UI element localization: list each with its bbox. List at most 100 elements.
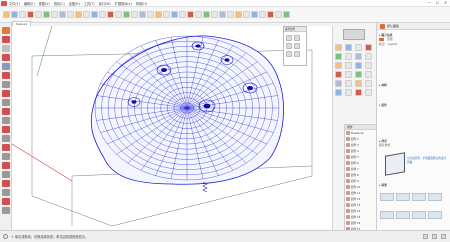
pan-tool-icon[interactable]: [115, 11, 122, 18]
push-pull-icon[interactable]: [2, 90, 10, 97]
solid-tools-icon[interactable]: [267, 11, 274, 18]
axes-icon[interactable]: [2, 153, 10, 160]
extension-icon[interactable]: [335, 44, 342, 51]
style-thumbnail[interactable]: [380, 211, 394, 219]
extension-icon[interactable]: [345, 71, 352, 78]
extension-icon[interactable]: [355, 89, 362, 96]
zoom-tool-icon[interactable]: [123, 11, 130, 18]
orbit-tool-icon[interactable]: [107, 11, 114, 18]
shaded-icon[interactable]: [155, 11, 162, 18]
extension-icon[interactable]: [355, 62, 362, 69]
sandbox-icon[interactable]: [251, 11, 258, 18]
geo-location-icon[interactable]: [423, 234, 428, 239]
right-view-icon[interactable]: [195, 11, 202, 18]
pencil-icon[interactable]: [2, 36, 10, 43]
arc-tool-icon[interactable]: [27, 11, 34, 18]
material-swatch[interactable]: [379, 38, 384, 41]
extension-icon[interactable]: [335, 62, 342, 69]
extension-icon[interactable]: [365, 80, 372, 87]
menu-view[interactable]: 视图(V): [39, 1, 50, 6]
style-thumbnail[interactable]: [428, 211, 442, 219]
menu-window[interactable]: 窗口(W): [99, 1, 111, 6]
extension-icon[interactable]: [345, 89, 352, 96]
model-thumbnail[interactable]: [343, 29, 365, 40]
extension-icon[interactable]: [345, 80, 352, 87]
tape-tool-icon[interactable]: [83, 11, 90, 18]
zoom-extents-icon[interactable]: [131, 11, 138, 18]
menu-draw[interactable]: 绘图(R): [69, 1, 80, 6]
extension-icon[interactable]: [355, 44, 362, 51]
paint-tool-icon[interactable]: [99, 11, 106, 18]
textured-icon[interactable]: [163, 11, 170, 18]
intersect-icon[interactable]: [283, 11, 290, 18]
eraser-icon[interactable]: [2, 45, 10, 52]
style-thumbnail[interactable]: [412, 193, 426, 201]
extension-icon[interactable]: [345, 44, 352, 51]
maximize-button[interactable]: ☐: [435, 1, 440, 5]
popup-tool-icon[interactable]: [294, 35, 300, 41]
extension-icon[interactable]: [365, 53, 372, 60]
popup-tool-icon[interactable]: [286, 35, 292, 41]
rectangle-icon[interactable]: [2, 63, 10, 70]
zoom-icon[interactable]: [2, 207, 10, 214]
follow-me-icon[interactable]: [259, 11, 266, 18]
popup-tool-icon[interactable]: [286, 43, 292, 49]
extension-icon[interactable]: [335, 89, 342, 96]
eraser-tool-icon[interactable]: [11, 11, 18, 18]
select-tool-icon[interactable]: [3, 11, 10, 18]
extension-icon[interactable]: [235, 11, 242, 18]
menu-edit[interactable]: 编辑(E): [24, 1, 35, 6]
extension-icon[interactable]: [335, 71, 342, 78]
popup-tool-icon[interactable]: [294, 51, 300, 57]
materials-title[interactable]: ▸ 材料: [379, 83, 449, 87]
credits-icon[interactable]: [432, 234, 437, 239]
push-pull-tool-icon[interactable]: [43, 11, 50, 18]
move-icon[interactable]: [2, 99, 10, 106]
select-icon[interactable]: [2, 27, 10, 34]
extension-icon[interactable]: [365, 71, 372, 78]
line-tool-icon[interactable]: [19, 11, 26, 18]
circle-icon[interactable]: [2, 72, 10, 79]
extension-icon[interactable]: [355, 71, 362, 78]
extension-icon[interactable]: [355, 80, 362, 87]
menu-help[interactable]: 帮助(H): [136, 1, 147, 6]
rotate-icon[interactable]: [2, 108, 10, 115]
orbit-icon[interactable]: [2, 189, 10, 196]
style-thumbnail[interactable]: [412, 211, 426, 219]
popup-tool-icon[interactable]: [294, 43, 300, 49]
rectangle-tool-icon[interactable]: [35, 11, 42, 18]
dimension-icon[interactable]: [2, 162, 10, 169]
wireframe-icon[interactable]: [147, 11, 154, 18]
close-button[interactable]: ✕: [443, 1, 448, 5]
style-thumbnail[interactable]: [396, 211, 410, 219]
move-tool-icon[interactable]: [51, 11, 58, 18]
components-title[interactable]: ▸ 组件: [379, 103, 449, 107]
extension-icon[interactable]: [345, 53, 352, 60]
offset-tool-icon[interactable]: [75, 11, 82, 18]
layer-value[interactable]: Layer0: [388, 42, 398, 47]
extension-icon[interactable]: [335, 53, 342, 60]
offset-icon[interactable]: [2, 126, 10, 133]
arc-icon[interactable]: [2, 54, 10, 61]
help-icon[interactable]: [441, 234, 446, 239]
xray-icon[interactable]: [139, 11, 146, 18]
top-view-icon[interactable]: [179, 11, 186, 18]
menu-tools[interactable]: 工具(T): [84, 1, 95, 6]
paint-bucket-icon[interactable]: [2, 180, 10, 187]
extension-icon[interactable]: [365, 62, 372, 69]
section-plane-icon[interactable]: [219, 11, 226, 18]
tape-measure-icon[interactable]: [2, 135, 10, 142]
menu-file[interactable]: 文件(F): [9, 1, 20, 6]
style-thumbnail[interactable]: [396, 193, 410, 201]
extension-icon[interactable]: [365, 44, 372, 51]
back-view-icon[interactable]: [203, 11, 210, 18]
menu-extensions[interactable]: 扩展程序(x): [115, 1, 132, 6]
menu-camera[interactable]: 相机(C): [54, 1, 65, 6]
text-tool-icon[interactable]: [91, 11, 98, 18]
extension-icon[interactable]: [365, 89, 372, 96]
pan-icon[interactable]: [2, 198, 10, 205]
extension-icon[interactable]: [345, 62, 352, 69]
scenes-title[interactable]: ▸ 场景: [379, 183, 449, 187]
iso-view-icon[interactable]: [171, 11, 178, 18]
style-thumbnail[interactable]: [380, 193, 394, 201]
